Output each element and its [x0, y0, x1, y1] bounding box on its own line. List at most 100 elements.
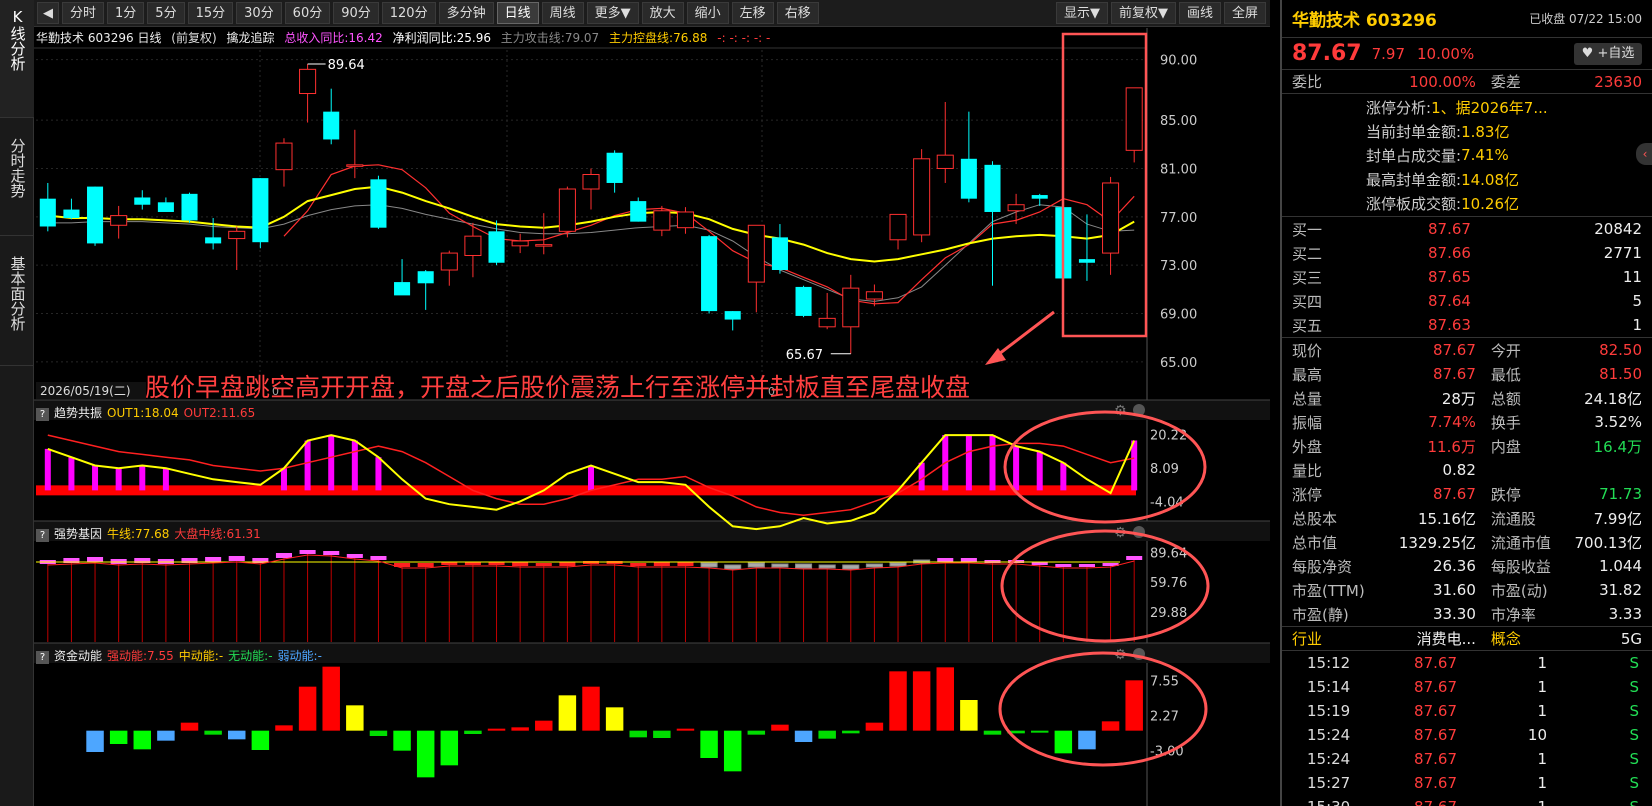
order-ratio-row: 委比 100.00% 委差 23630 — [1282, 70, 1652, 94]
money-bar — [416, 730, 435, 778]
limit-up-value: 1、据2026年7... — [1431, 98, 1548, 117]
panel-name[interactable]: 资金动能 — [54, 649, 102, 663]
trend-bar — [162, 468, 169, 491]
stat-value: 33.30 — [1432, 605, 1476, 623]
candle-down[interactable] — [370, 179, 387, 228]
money-bar — [86, 730, 104, 752]
trend-bar — [918, 462, 925, 491]
candle-down[interactable] — [960, 158, 977, 199]
candle-up[interactable] — [299, 68, 317, 95]
candle-up[interactable] — [440, 252, 458, 271]
candle-up[interactable] — [842, 287, 860, 328]
candle-down[interactable] — [1031, 195, 1048, 199]
tick-side: S — [1547, 798, 1639, 806]
candle-up[interactable] — [936, 154, 954, 169]
weak-momentum-value: 弱动能:- — [277, 649, 322, 663]
candle-down[interactable] — [205, 237, 222, 244]
candle-down[interactable] — [606, 152, 623, 183]
candle-up[interactable] — [582, 174, 600, 190]
candle-down[interactable] — [630, 201, 647, 222]
quote-panel: 华勤技术 603296 已收盘 07/22 15:00 87.67 7.97 1… — [1280, 0, 1652, 806]
candle-down[interactable] — [1078, 259, 1095, 263]
candle-down[interactable] — [771, 237, 788, 270]
candle-up[interactable] — [275, 142, 293, 171]
tick-time: 15:12 — [1307, 654, 1351, 672]
limit-up-analysis: 涨停分析: 1、据2026年7... 当前封单金额: 1.83亿 封单占成交量: 7.41… — [1282, 94, 1652, 217]
tick-side: S — [1629, 726, 1639, 744]
candle-down[interactable] — [724, 311, 741, 320]
limit-up-label: 最高封单金额: — [1366, 170, 1462, 189]
tick-time: 15:14 — [1307, 678, 1351, 696]
collapse-panel-button[interactable]: ‹ — [1636, 143, 1652, 165]
candle-up[interactable] — [558, 188, 576, 232]
candle-up[interactable] — [1007, 204, 1025, 212]
bull-line-value: 牛线:77.68 — [107, 527, 170, 541]
candle-up[interactable] — [889, 213, 907, 241]
candle-down[interactable] — [157, 202, 174, 212]
candle-up[interactable] — [818, 317, 836, 328]
tick-volume: 1 — [1457, 798, 1547, 806]
money-bar — [842, 730, 860, 734]
money-bar — [629, 730, 647, 738]
stat-value: 81.50 — [1599, 365, 1643, 383]
tick-side: S — [1629, 654, 1639, 672]
candle-down[interactable] — [323, 111, 340, 140]
candle-down[interactable] — [984, 164, 1001, 212]
bid-row: 买四 87.64 5 — [1282, 289, 1652, 313]
tick-volume: 1 — [1537, 750, 1547, 768]
candle-down[interactable] — [39, 198, 56, 227]
stat-label: 最低 — [1490, 365, 1521, 384]
panel2-tick-label: 29.88 — [1150, 606, 1187, 621]
candle-up[interactable] — [535, 244, 553, 247]
candle-down[interactable] — [252, 178, 269, 243]
candle-down[interactable] — [795, 286, 812, 316]
candle-up[interactable] — [1125, 87, 1143, 151]
candle-down[interactable] — [394, 282, 411, 296]
gene-bar — [677, 562, 694, 566]
candle-up[interactable] — [511, 240, 529, 247]
gene-bar — [865, 563, 883, 568]
candle-down[interactable] — [417, 271, 434, 284]
candle-down[interactable] — [134, 197, 151, 205]
candle-down[interactable] — [87, 186, 104, 244]
panel-name[interactable]: 强势基因 — [54, 527, 102, 541]
help-icon[interactable]: ? — [36, 529, 49, 542]
tick-list: 15:12 87.67 1 S 15:14 87.67 1 S 15:19 87.67 1 S 15:2… — [1282, 651, 1652, 806]
candle-up[interactable] — [110, 215, 128, 226]
candle-down[interactable] — [488, 231, 505, 263]
candle-up[interactable] — [747, 224, 765, 283]
add-watchlist-button[interactable]: ♥ +自选 — [1574, 42, 1642, 65]
stat-label: 振幅 — [1292, 413, 1323, 432]
candle-down[interactable] — [181, 193, 198, 221]
candle-up[interactable] — [865, 291, 883, 300]
candle-up[interactable] — [228, 230, 246, 240]
candle-up[interactable] — [653, 210, 671, 231]
stat-value: 0.82 — [1442, 461, 1476, 479]
panel-name[interactable]: 趋势共振 — [54, 406, 102, 420]
stat-value: 24.18亿 — [1584, 389, 1643, 408]
limit-up-row: 涨停板成交额: 10.26亿 — [1282, 191, 1652, 215]
panel-title-money: ? 资金动能 强动能:7.55 中动能:- 无动能:- 弱动能:- — [36, 648, 327, 664]
help-icon[interactable]: ? — [36, 408, 49, 421]
bid-volume: 2771 — [1603, 244, 1642, 262]
candle-up[interactable] — [346, 164, 364, 167]
panel-title-gene: ? 强势基因 牛线:77.68 大盘中线:61.31 — [36, 526, 266, 542]
candle-up[interactable] — [464, 235, 482, 256]
money-bar — [1078, 730, 1096, 750]
market-midline-value: 大盘中线:61.31 — [174, 527, 261, 541]
candle-up[interactable] — [676, 211, 694, 229]
candle-up[interactable] — [1102, 182, 1120, 254]
concept-label: 概念 — [1490, 630, 1521, 648]
price-tick-label: 77.00 — [1160, 211, 1197, 226]
gene-bar — [1055, 564, 1072, 567]
candle-down[interactable] — [701, 236, 718, 312]
candle-up[interactable] — [913, 158, 931, 236]
industry-value[interactable]: 消费电... — [1381, 628, 1476, 649]
tick-side: S — [1629, 774, 1639, 792]
gene-bar — [512, 562, 529, 566]
concept-value[interactable]: 5G — [1565, 630, 1642, 648]
candle-down[interactable] — [63, 209, 80, 219]
help-icon[interactable]: ? — [36, 651, 49, 664]
stat-row: 最高 87.67 最低 81.50 — [1282, 362, 1652, 386]
kline-chart-area[interactable]: 90.00 85.00 81.00 77.00 73.00 69.00 65.00 89.64… — [0, 0, 1280, 806]
